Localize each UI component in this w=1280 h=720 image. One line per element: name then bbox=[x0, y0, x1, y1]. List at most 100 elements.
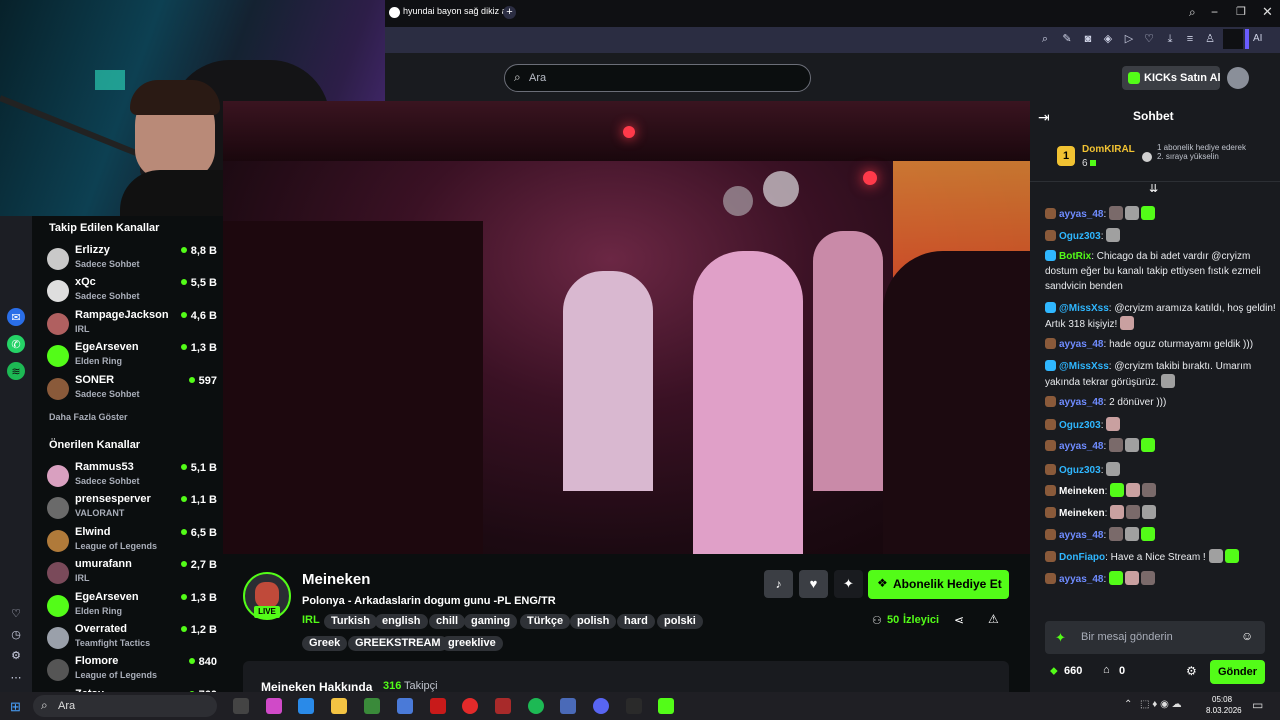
chat-username[interactable]: ayyas_48 bbox=[1059, 441, 1104, 452]
copilot-icon[interactable] bbox=[266, 698, 282, 714]
chat-username[interactable]: Oguz303 bbox=[1059, 231, 1101, 242]
opera-icon[interactable] bbox=[462, 698, 478, 714]
tag-chip[interactable]: chill bbox=[429, 614, 466, 629]
chat-username[interactable]: @MissXss bbox=[1059, 361, 1109, 372]
profile-icon[interactable]: ♙ bbox=[1203, 32, 1217, 46]
download-icon[interactable]: ⤓ bbox=[1163, 32, 1177, 46]
show-more-link[interactable]: Daha Fazla Göster bbox=[49, 412, 128, 422]
share-icon[interactable]: ⋖ bbox=[954, 613, 964, 627]
kicks-balance[interactable]: 660 bbox=[1064, 665, 1082, 677]
close-button[interactable]: ✕ bbox=[1262, 4, 1273, 20]
clip-button[interactable]: ✦ bbox=[834, 570, 863, 598]
menu-icon[interactable]: ≡ bbox=[1183, 32, 1197, 46]
tray-chevron-icon[interactable]: ⌃ bbox=[1124, 699, 1132, 710]
camera-icon[interactable]: ◙ bbox=[1081, 32, 1095, 46]
channel-item[interactable]: Erlizzy Sadece Sohbet 8,8 B bbox=[47, 244, 217, 276]
tag-chip[interactable]: english bbox=[375, 614, 428, 629]
channel-name[interactable]: Meineken bbox=[302, 571, 370, 588]
report-icon[interactable]: ⚠ bbox=[988, 612, 999, 626]
channel-item[interactable]: Rammus53 Sadece Sohbet 5,1 B bbox=[47, 461, 217, 493]
tag-chip[interactable]: polish bbox=[570, 614, 617, 629]
chat-username[interactable]: DonFiapo bbox=[1059, 552, 1105, 563]
ai-button[interactable]: AI bbox=[1253, 33, 1262, 44]
whatsapp-icon[interactable]: ✆ bbox=[7, 335, 25, 353]
taskbar-search[interactable]: ⌕ Ara bbox=[33, 695, 217, 717]
chat-input[interactable]: ✦ Bir mesaj gönderin ☺ bbox=[1045, 621, 1265, 654]
chat-username[interactable]: Oguz303 bbox=[1059, 465, 1101, 476]
chat-username[interactable]: ayyas_48 bbox=[1059, 339, 1104, 350]
follow-heart-button[interactable]: ♥ bbox=[799, 570, 828, 598]
channel-item[interactable]: EgeArseven Elden Ring 1,3 B bbox=[47, 591, 217, 623]
opera-gx-icon[interactable] bbox=[495, 698, 511, 714]
gifts-count[interactable]: 0 bbox=[1119, 665, 1125, 677]
new-tab-button[interactable]: + bbox=[503, 6, 516, 19]
minimize-button[interactable]: − bbox=[1211, 5, 1218, 19]
spotify-taskbar-icon[interactable] bbox=[528, 698, 544, 714]
emote-strip[interactable] bbox=[1045, 599, 1265, 617]
search-input[interactable]: ⌕ Ara bbox=[504, 64, 811, 92]
heart-icon[interactable]: ♡ bbox=[7, 604, 25, 622]
chat-username[interactable]: ayyas_48 bbox=[1059, 574, 1104, 585]
player-icon[interactable]: ▷ bbox=[1122, 32, 1136, 46]
chat-username[interactable]: Meineken bbox=[1059, 486, 1105, 497]
chat-username[interactable]: Oguz303 bbox=[1059, 420, 1101, 431]
terminal-icon[interactable] bbox=[626, 698, 642, 714]
store-icon[interactable] bbox=[364, 698, 380, 714]
obs-icon[interactable] bbox=[430, 698, 446, 714]
channel-item[interactable]: xQc Sadece Sohbet 5,5 B bbox=[47, 276, 217, 308]
channel-item[interactable]: Overrated Teamfight Tactics 1,2 B bbox=[47, 623, 217, 655]
channel-item[interactable]: SONER Sadece Sohbet 597 bbox=[47, 374, 217, 406]
chat-settings-icon[interactable]: ⚙ bbox=[1186, 664, 1197, 678]
tag-chip[interactable]: GREEKSTREAM bbox=[348, 636, 448, 651]
chat-username[interactable]: ayyas_48 bbox=[1059, 209, 1104, 220]
tag-chip[interactable]: polski bbox=[657, 614, 703, 629]
history-icon[interactable]: ◷ bbox=[7, 625, 25, 643]
tag-chip[interactable]: Greek bbox=[302, 636, 348, 651]
search-tabs-icon[interactable]: ⌕ bbox=[1189, 5, 1196, 20]
task-view-icon[interactable] bbox=[233, 698, 249, 714]
edge-icon[interactable] bbox=[298, 698, 314, 714]
discord-icon[interactable] bbox=[593, 698, 609, 714]
notification-bell-button[interactable]: ♪ bbox=[764, 570, 793, 598]
channel-item[interactable]: Flomore League of Legends 840 bbox=[47, 655, 217, 687]
category-link[interactable]: IRL bbox=[302, 614, 320, 626]
tag-chip[interactable]: gaming bbox=[464, 614, 518, 629]
emoji-icon[interactable]: ☺ bbox=[1241, 629, 1253, 643]
tag-chip[interactable]: greeklive bbox=[441, 636, 503, 651]
mail-icon[interactable] bbox=[397, 698, 413, 714]
chat-username[interactable]: ayyas_48 bbox=[1059, 397, 1104, 408]
channel-item[interactable]: Elwind League of Legends 6,5 B bbox=[47, 526, 217, 558]
extension-icon[interactable] bbox=[1223, 29, 1243, 49]
scroll-down-icon[interactable]: ⇊ bbox=[1149, 182, 1158, 195]
chat-username[interactable]: ayyas_48 bbox=[1059, 530, 1104, 541]
windows-start-icon[interactable]: ⊞ bbox=[10, 699, 21, 715]
tag-chip[interactable]: hard bbox=[617, 614, 655, 629]
channel-item[interactable]: umurafann IRL 2,7 B bbox=[47, 558, 217, 590]
messenger-icon[interactable]: ✉ bbox=[7, 308, 25, 326]
zoom-icon[interactable]: ⌕ bbox=[1038, 32, 1052, 46]
user-avatar[interactable] bbox=[1227, 67, 1249, 89]
favorite-icon[interactable]: ♡ bbox=[1142, 32, 1156, 46]
tag-chip[interactable]: Türkçe bbox=[520, 614, 571, 629]
video-player[interactable] bbox=[223, 101, 1030, 554]
chat-username[interactable]: BotRix bbox=[1059, 251, 1091, 262]
kick-taskbar-icon[interactable] bbox=[658, 698, 674, 714]
shield-icon[interactable]: ◈ bbox=[1101, 32, 1115, 46]
settings-icon[interactable]: ⚙ bbox=[7, 646, 25, 664]
collapse-chat-icon[interactable]: ⇥ bbox=[1038, 109, 1050, 126]
channel-item[interactable]: EgeArseven Elden Ring 1,3 B bbox=[47, 341, 217, 373]
chat-username[interactable]: Meineken bbox=[1059, 508, 1105, 519]
tray-icons[interactable]: ⬚ ♦ ◉ ☁ bbox=[1140, 699, 1182, 710]
channel-item[interactable]: RampageJackson IRL 4,6 B bbox=[47, 309, 217, 341]
channel-item[interactable]: prensesperver VALORANT 1,1 B bbox=[47, 493, 217, 525]
tag-chip[interactable]: Turkish bbox=[324, 614, 377, 629]
explorer-icon[interactable] bbox=[331, 698, 347, 714]
send-button[interactable]: Gönder bbox=[1210, 660, 1265, 684]
tab-active[interactable]: hyundai bayon sağ dikiz a bbox=[389, 5, 509, 21]
more-icon[interactable]: ⋯ bbox=[7, 668, 25, 686]
app-icon[interactable] bbox=[560, 698, 576, 714]
maximize-button[interactable]: ❐ bbox=[1236, 5, 1246, 18]
gift-sub-button[interactable]: ❖ Abonelik Hediye Et bbox=[868, 570, 1009, 599]
notification-icon[interactable]: ▭ bbox=[1252, 698, 1263, 712]
kicks-buy-button[interactable]: KICKs Satın Al bbox=[1122, 66, 1221, 90]
